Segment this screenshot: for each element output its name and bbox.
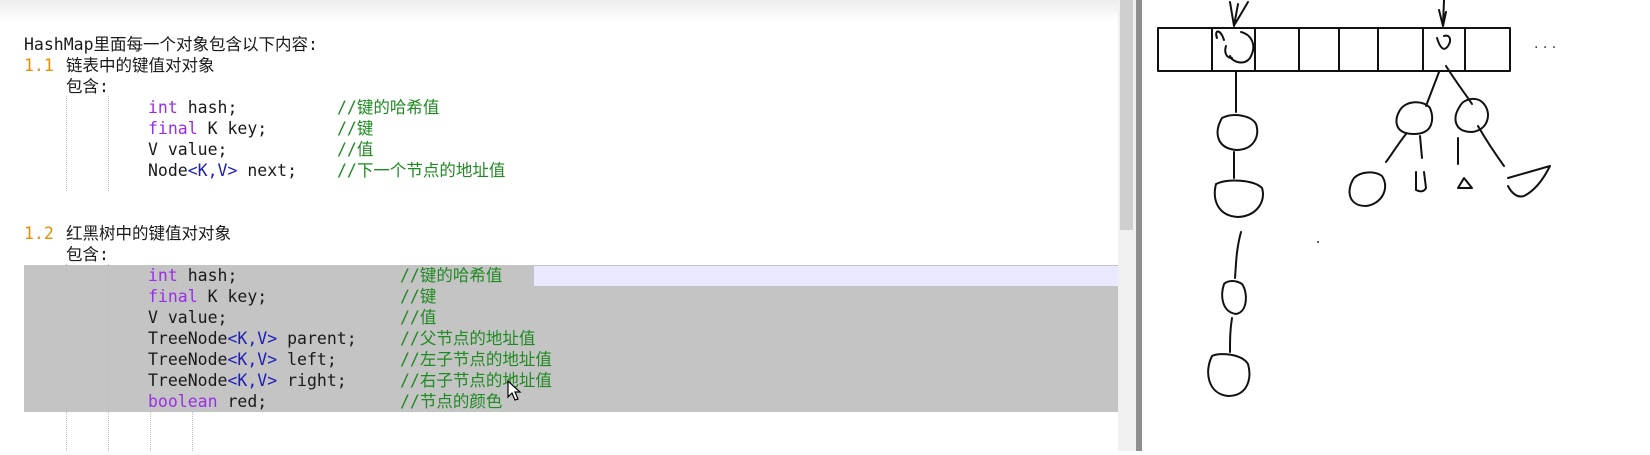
drawing-canvas[interactable]: · · ·: [1142, 0, 1650, 451]
code-line[interactable]: TreeNode<K,V> left; //左子节点的地址值: [0, 349, 1118, 370]
code-text: Node: [148, 161, 188, 180]
code-text: right;: [277, 371, 347, 390]
code-text: red;: [217, 392, 268, 411]
comment: //右子节点的地址值: [400, 371, 552, 390]
comment: //节点的颜色: [400, 392, 503, 411]
comment: //键的哈希值: [337, 98, 440, 117]
code-line[interactable]: 包含:: [0, 76, 1118, 97]
mouse-pointer-icon: [507, 380, 522, 401]
code-text: K key;: [197, 287, 268, 306]
line-text: HashMap里面每一个对象包含以下内容:: [24, 35, 318, 54]
code-text: left;: [277, 350, 337, 369]
hand-drawing: · · ·: [1157, 0, 1556, 397]
indent-guide: [150, 412, 151, 451]
array-box: [1157, 27, 1511, 72]
code-line[interactable]: 包含:: [0, 244, 1118, 265]
generic-type: <K,V>: [187, 161, 238, 180]
comment: //键: [400, 287, 437, 306]
line-text: 包含:: [66, 77, 109, 96]
generic-type: <K,V>: [227, 350, 278, 369]
comment: //父节点的地址值: [400, 329, 536, 348]
comment: //键: [337, 119, 374, 138]
code-text: TreeNode: [148, 329, 228, 348]
comment: //值: [337, 140, 374, 159]
code-line[interactable]: final K key; //键: [0, 118, 1118, 139]
code-line[interactable]: V value; //值: [0, 139, 1118, 160]
line-text: 包含:: [66, 245, 109, 264]
text-editor[interactable]: HashMap里面每一个对象包含以下内容: 1.1 链表中的键值对对象 包含: i…: [0, 0, 1118, 451]
ink-dot: [1317, 241, 1319, 243]
generic-type: <K,V>: [227, 329, 278, 348]
keyword: boolean: [148, 392, 218, 411]
code-line[interactable]: TreeNode<K,V> right; //右子节点的地址值: [0, 370, 1118, 391]
code-text: V value;: [148, 308, 228, 327]
generic-type: <K,V>: [227, 371, 278, 390]
code-text: V value;: [148, 140, 228, 159]
ellipsis-text: · · ·: [1534, 40, 1556, 56]
section-title: 链表中的键值对对象: [66, 56, 215, 75]
code-line[interactable]: Node<K,V> next; //下一个节点的地址值: [0, 160, 1118, 181]
indent-guide: [192, 412, 193, 451]
array-dividers: [1211, 27, 1466, 72]
code-line[interactable]: boolean red; //节点的颜色: [0, 391, 1118, 412]
scrollbar-thumb[interactable]: [1120, 0, 1133, 230]
comment: //值: [400, 308, 437, 327]
editor-top-shade: [0, 0, 1118, 22]
keyword: final: [148, 119, 198, 138]
comment: //左子节点的地址值: [400, 350, 552, 369]
comment: //键的哈希值: [400, 266, 503, 285]
section-title: 红黑树中的键值对对象: [66, 224, 231, 243]
section-number: 1.2: [24, 224, 54, 243]
code-line[interactable]: final K key; //键: [0, 286, 1118, 307]
code-text: TreeNode: [148, 371, 228, 390]
code-text: hash;: [177, 98, 238, 117]
section-number: 1.1: [24, 56, 54, 75]
code-text: hash;: [177, 266, 238, 285]
code-line[interactable]: HashMap里面每一个对象包含以下内容:: [0, 34, 1118, 55]
code-line[interactable]: int hash; //键的哈希值: [0, 97, 1118, 118]
code-line[interactable]: 1.2 红黑树中的键值对对象: [0, 223, 1118, 244]
code-text: TreeNode: [148, 350, 228, 369]
code-text: next;: [237, 161, 298, 180]
code-text: parent;: [277, 329, 357, 348]
code-line[interactable]: int hash; //键的哈希值: [0, 265, 1118, 286]
keyword: int: [148, 266, 178, 285]
keyword: final: [148, 287, 198, 306]
keyword: int: [148, 98, 178, 117]
code-line[interactable]: 1.1 链表中的键值对对象: [0, 55, 1118, 76]
code-text: K key;: [197, 119, 268, 138]
code-line[interactable]: TreeNode<K,V> parent; //父节点的地址值: [0, 328, 1118, 349]
comment: //下一个节点的地址值: [337, 161, 506, 180]
code-line[interactable]: V value; //值: [0, 307, 1118, 328]
